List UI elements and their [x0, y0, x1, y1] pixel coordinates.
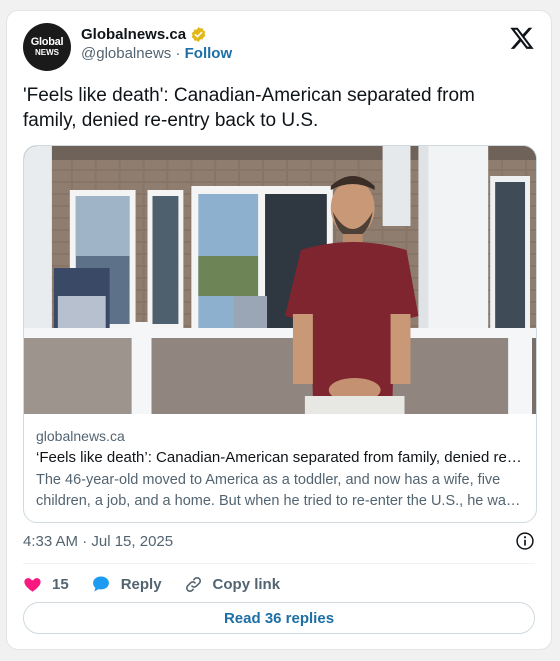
handle[interactable]: @globalnews [81, 45, 171, 62]
follow-button[interactable]: Follow [185, 45, 233, 62]
embedded-tweet-card: Global NEWS Globalnews.ca @globalnews · … [6, 10, 552, 650]
link-preview-card[interactable]: globalnews.ca ‘Feels like death’: Canadi… [23, 145, 537, 523]
avatar[interactable]: Global NEWS [23, 23, 71, 71]
separator: · [175, 45, 181, 62]
display-name[interactable]: Globalnews.ca [81, 26, 186, 43]
x-logo-icon[interactable] [509, 25, 535, 51]
handle-row: @globalnews · Follow [81, 45, 232, 62]
avatar-logo-line1: Global [30, 36, 64, 48]
verified-badge-icon [191, 27, 206, 42]
link-icon [185, 576, 201, 592]
display-name-row: Globalnews.ca [81, 26, 232, 43]
avatar-logo-line2: NEWS [35, 48, 59, 57]
copy-link-button[interactable]: Copy link [184, 575, 281, 594]
divider [23, 563, 535, 564]
reply-button[interactable]: Reply [91, 574, 162, 594]
account-names: Globalnews.ca @globalnews · Follow [81, 26, 232, 62]
copy-link-label: Copy link [212, 575, 281, 593]
timestamp[interactable]: 4:33 AM · Jul 15, 2025 [23, 533, 173, 550]
like-button[interactable]: 15 [23, 575, 69, 594]
reply-label: Reply [120, 575, 162, 593]
link-meta: globalnews.ca ‘Feels like death’: Canadi… [36, 428, 522, 512]
info-icon[interactable] [515, 531, 535, 551]
tweet-header: Global NEWS Globalnews.ca @globalnews · … [23, 23, 535, 73]
read-replies-button[interactable]: Read 36 replies [23, 602, 535, 634]
link-title: ‘Feels like death’: Canadian-American se… [36, 449, 522, 466]
link-domain: globalnews.ca [36, 428, 125, 444]
reply-bubble-icon [92, 576, 109, 592]
article-photo [24, 146, 536, 414]
heart-icon [24, 577, 41, 592]
tweet-text: 'Feels like death': Canadian-American se… [23, 85, 475, 131]
like-count: 15 [52, 575, 69, 593]
link-description: The 46-year-old moved to America as a to… [36, 472, 514, 509]
action-bar: 15 Reply Copy link [23, 571, 302, 597]
